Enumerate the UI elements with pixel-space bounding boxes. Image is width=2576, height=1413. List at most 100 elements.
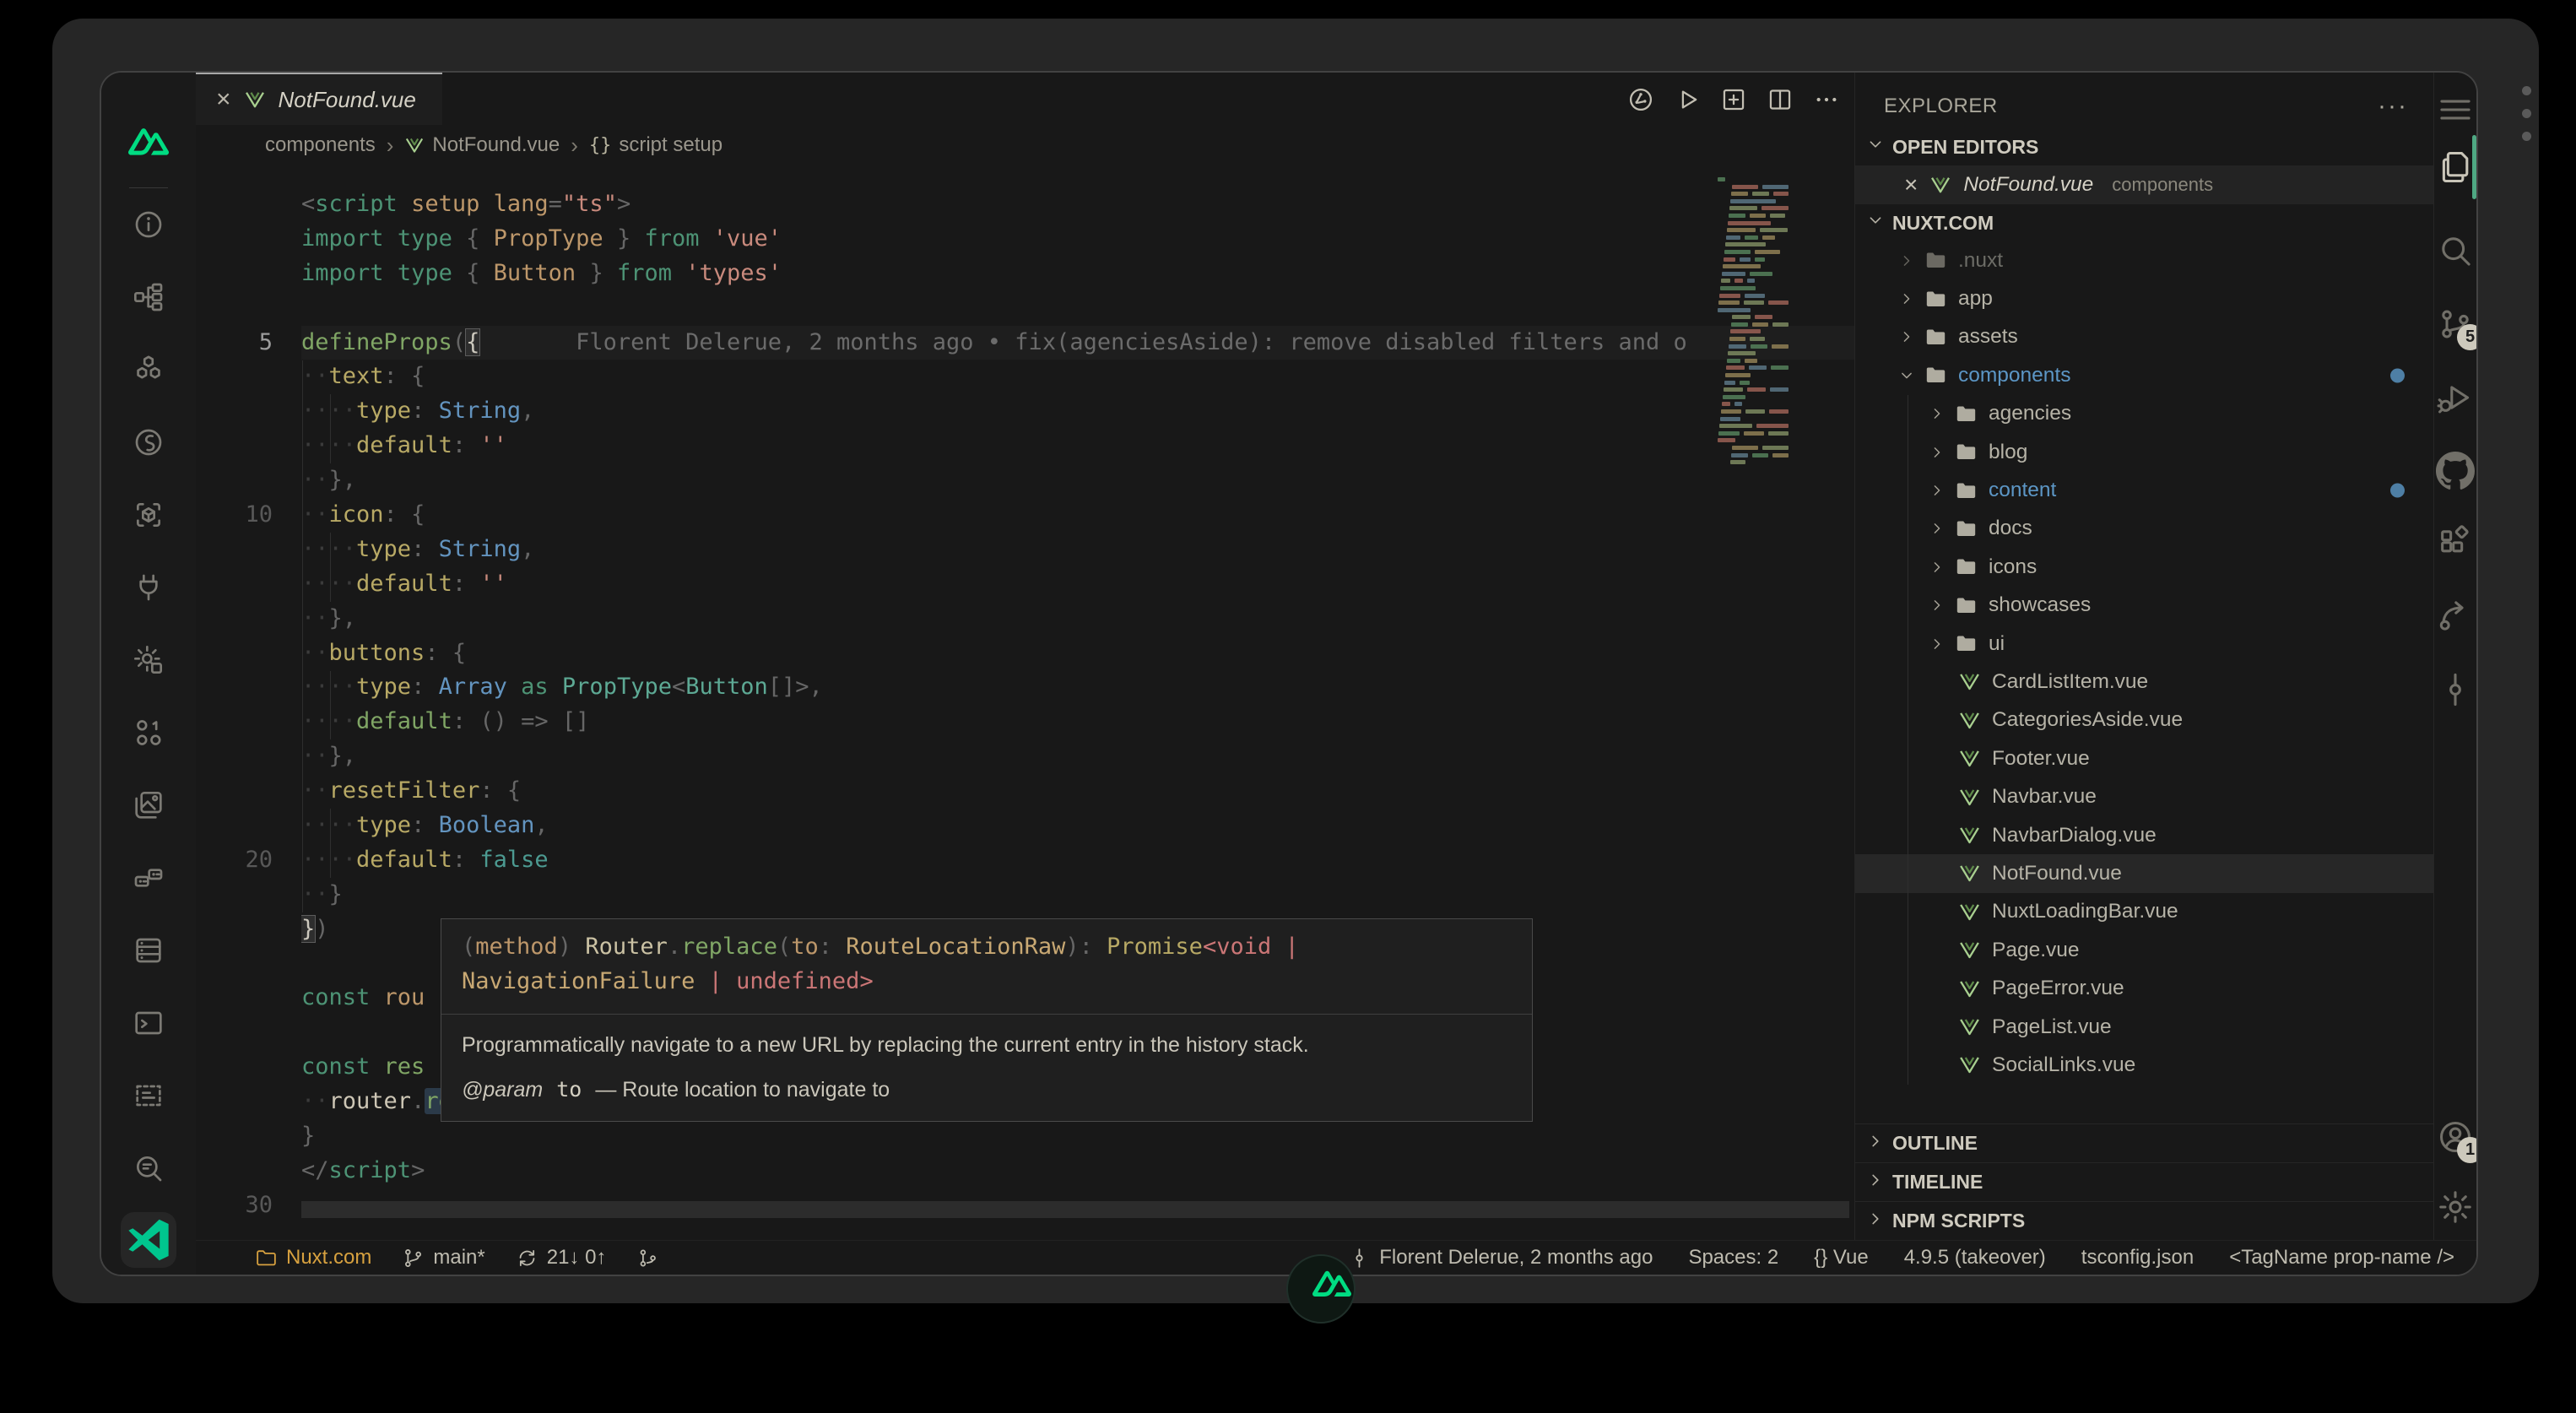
braces-icon: {} — [589, 135, 612, 156]
devtools-assets-images-button[interactable] — [112, 769, 185, 842]
timeline-versions-button[interactable] — [1626, 85, 1655, 114]
activity-account-button[interactable]: 1 — [2436, 1118, 2475, 1156]
devtools-pages-tree-button[interactable] — [112, 261, 185, 333]
add-square-button[interactable] — [1719, 85, 1748, 114]
section-timeline[interactable]: TIMELINE — [1855, 1162, 2433, 1201]
nuxt-logo-icon[interactable] — [128, 122, 169, 162]
tree-item-Footer.vue[interactable]: Footer.vue — [1855, 739, 2433, 777]
devtools-composables-circles-button[interactable] — [112, 696, 185, 769]
run-play-button[interactable] — [1673, 85, 1702, 114]
section-npm-scripts[interactable]: NPM SCRIPTS — [1855, 1201, 2433, 1240]
tree-item-app[interactable]: app — [1855, 279, 2433, 317]
code-line-15: ····type: Array as PropType<Button[]>, — [301, 670, 1854, 705]
tree-item-PageError.vue[interactable]: PageError.vue — [1855, 969, 2433, 1007]
breadcrumb-item[interactable]: NotFound.vue — [404, 133, 560, 157]
devtools-storage-server-button[interactable] — [112, 914, 185, 987]
more-actions-icon[interactable]: ··· — [2378, 92, 2408, 121]
devtools-info-button[interactable] — [112, 188, 185, 261]
vue-icon — [1958, 1053, 1981, 1076]
minimap[interactable] — [1718, 177, 1789, 468]
horizontal-scrollbar[interactable] — [301, 1201, 1849, 1218]
status-item-git-graph[interactable] — [636, 1247, 659, 1270]
breadcrumb-item[interactable]: {}script setup — [589, 133, 722, 157]
plugins-plug-icon — [132, 571, 165, 604]
pages-tree-icon — [132, 280, 165, 314]
tree-item-docs[interactable]: docs — [1855, 510, 2433, 548]
split-editor-button[interactable] — [1766, 85, 1794, 114]
devtools-components-hexagons-button[interactable] — [112, 333, 185, 406]
devtools-modules-cube-button[interactable] — [112, 479, 185, 551]
devtools-open-graph-search-button[interactable] — [112, 1132, 185, 1205]
folder-icon — [1955, 441, 1978, 463]
activity-commit-pin-button[interactable] — [2436, 670, 2475, 709]
section-label: OPEN EDITORS — [1892, 136, 2038, 159]
tree-item-label: CategoriesAside.vue — [1992, 708, 2183, 732]
tree-item-NavbarDialog.vue[interactable]: NavbarDialog.vue — [1855, 816, 2433, 854]
status-item-{} Vue[interactable]: {} Vue — [1814, 1246, 1869, 1270]
indent-guide — [330, 394, 331, 463]
tooltip-description: Programmatically navigate to a new URL b… — [441, 1015, 1532, 1065]
close-icon[interactable]: × — [216, 87, 231, 112]
activity-run-debug-button[interactable] — [2436, 379, 2475, 418]
status-item-main*[interactable]: main* — [402, 1246, 484, 1270]
tree-item-label: SocialLinks.vue — [1992, 1053, 2135, 1077]
activity-bar: 51 — [2433, 73, 2476, 1240]
status-item-21↓ 0↑[interactable]: 21↓ 0↑ — [516, 1246, 607, 1270]
open-editor-NotFound.vue[interactable]: ×NotFound.vuecomponents — [1855, 165, 2433, 204]
tree-item-blog[interactable]: blog — [1855, 433, 2433, 471]
tree-item-PageList.vue[interactable]: PageList.vue — [1855, 1008, 2433, 1046]
tab-notfound-vue[interactable]: × NotFound.vue — [196, 73, 442, 125]
activity-settings-gear-button[interactable] — [2436, 1188, 2475, 1226]
tree-item-Navbar.vue[interactable]: Navbar.vue — [1855, 777, 2433, 815]
more-ellipsis-button[interactable] — [1812, 85, 1841, 114]
devtools-imports-swirl-button[interactable] — [112, 406, 185, 479]
tree-item-label: ui — [1989, 632, 2005, 656]
activity-extensions-button[interactable] — [2436, 524, 2475, 563]
param-tag: @param — [462, 1078, 543, 1102]
activity-live-share-button[interactable] — [2436, 597, 2475, 636]
section-outline[interactable]: OUTLINE — [1855, 1123, 2433, 1162]
devtools-terminal-button[interactable] — [112, 987, 185, 1059]
activity-explorer-files-button[interactable] — [2436, 148, 2475, 187]
section-open-editors[interactable]: OPEN EDITORS — [1855, 128, 2433, 165]
status-item-tsconfig.json[interactable]: tsconfig.json — [2081, 1246, 2194, 1270]
devtools-runtime-configs-gear-button[interactable] — [112, 624, 185, 696]
status-item-<TagName prop-name />[interactable]: <TagName prop-name /> — [2229, 1246, 2454, 1270]
tree-item-assets[interactable]: assets — [1855, 318, 2433, 356]
tree-item-NotFound.vue[interactable]: NotFound.vue — [1855, 854, 2433, 892]
activity-source-control-button[interactable]: 5 — [2436, 305, 2475, 344]
status-item-Nuxt.com[interactable]: Nuxt.com — [255, 1246, 371, 1270]
status-item-4.9.5 (takeover)[interactable]: 4.9.5 (takeover) — [1904, 1246, 2046, 1270]
terminal-icon — [132, 1006, 165, 1040]
tree-item-label: CardListItem.vue — [1992, 670, 2148, 694]
status-item-Spaces: 2[interactable]: Spaces: 2 — [1688, 1246, 1778, 1270]
tree-item-ui[interactable]: ui — [1855, 625, 2433, 663]
activity-menu-button[interactable] — [2436, 90, 2475, 129]
nuxt-devtools-toggle-button[interactable] — [1286, 1254, 1356, 1324]
tree-item-showcases[interactable]: showcases — [1855, 587, 2433, 625]
breadcrumb-item[interactable]: components — [265, 133, 376, 157]
tree-item-SocialLinks.vue[interactable]: SocialLinks.vue — [1855, 1046, 2433, 1084]
devtools-vscode-tab[interactable] — [121, 1212, 176, 1268]
devtools-plugins-plug-button[interactable] — [112, 551, 185, 624]
tree-item-label: components — [1958, 364, 2070, 387]
tree-item-CategoriesAside.vue[interactable]: CategoriesAside.vue — [1855, 701, 2433, 739]
section-workspace[interactable]: NUXT.COM — [1855, 204, 2433, 241]
close-icon[interactable]: × — [1904, 171, 1918, 198]
tree-item-CardListItem.vue[interactable]: CardListItem.vue — [1855, 663, 2433, 701]
tree-item-NuxtLoadingBar.vue[interactable]: NuxtLoadingBar.vue — [1855, 893, 2433, 931]
tree-item-components[interactable]: components — [1855, 356, 2433, 394]
tree-item-Page.vue[interactable]: Page.vue — [1855, 931, 2433, 969]
devtools-server-routes-link-button[interactable] — [112, 842, 185, 914]
status-item-Florent Delerue, 2 months ago[interactable]: Florent Delerue, 2 months ago — [1348, 1246, 1653, 1270]
devtools-inspect-dashed-box-button[interactable] — [112, 1059, 185, 1132]
open-editor-detail: components — [2112, 174, 2213, 196]
tree-item-.nuxt[interactable]: .nuxt — [1855, 241, 2433, 279]
tree-item-icons[interactable]: icons — [1855, 548, 2433, 586]
activity-github-button[interactable] — [2436, 452, 2475, 490]
code-editor[interactable]: 5102030 <script setup lang="ts">import t… — [196, 164, 1854, 1240]
activity-search-button[interactable] — [2436, 231, 2475, 270]
tree-item-agencies[interactable]: agencies — [1855, 395, 2433, 433]
modified-dot — [2390, 368, 2405, 382]
tree-item-content[interactable]: content — [1855, 471, 2433, 509]
